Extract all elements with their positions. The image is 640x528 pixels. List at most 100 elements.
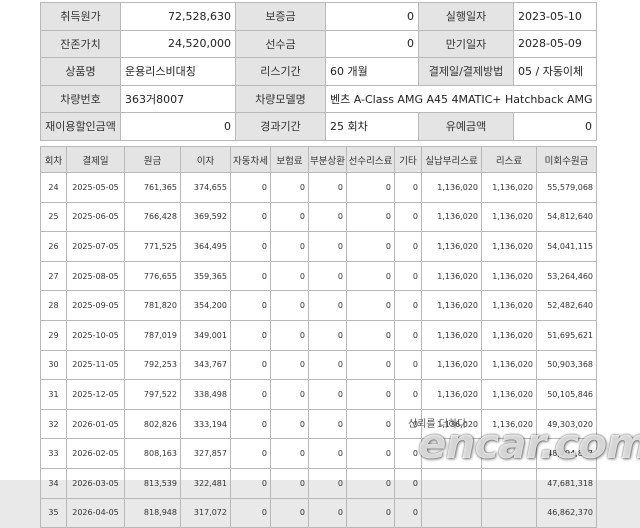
schedule-cell: 333,194 (180, 408, 231, 440)
summary-label: 선수금 (235, 29, 326, 58)
schedule-cell: 0 (270, 201, 309, 233)
schedule-cell: 2026-04-05 (66, 497, 125, 528)
schedule-cell: 0 (346, 201, 395, 233)
schedule-cell: 343,767 (180, 349, 231, 381)
schedule-cell: 2025-09-05 (66, 290, 125, 321)
schedule-cell: 776,655 (124, 260, 181, 292)
schedule-cell: 33 (40, 438, 67, 469)
schedule-cell: 0 (270, 497, 309, 528)
schedule-cell: 0 (230, 438, 271, 469)
schedule-cell: 2025-06-05 (66, 201, 125, 233)
schedule-row: 30 2025-11-05 792,253 343,767 0 0 0 0 0 1,136,020… (40, 349, 597, 381)
schedule-cell: 0 (308, 201, 347, 233)
schedule-cell: 1,136,020 (481, 260, 537, 292)
schedule-cell: 0 (230, 379, 271, 410)
schedule-cell: 364,495 (180, 231, 231, 262)
schedule-cell: 53,264,460 (536, 260, 597, 292)
schedule-header-cell: 보험료 (270, 146, 309, 173)
schedule-cell: 35 (40, 497, 67, 528)
schedule-header-cell: 리스료 (481, 146, 537, 173)
schedule-cell: 0 (230, 290, 271, 321)
schedule-cell: 0 (394, 497, 422, 528)
schedule-cell: 818,948 (124, 497, 181, 528)
summary-label: 유예금액 (418, 112, 514, 141)
schedule-cell: 46,862,370 (536, 497, 597, 528)
schedule-cell: 787,019 (124, 319, 181, 351)
schedule-header-row: 회차 결제일 원금 이자 자동차세 보험료 부분상환 선수리스료 기타 실납부리스료 리스료 미회수원… (40, 146, 597, 173)
schedule-cell: 0 (270, 319, 309, 351)
summary-value: 0 (325, 29, 419, 58)
schedule-row: 35 2026-04-05 818,948 317,072 0 0 0 0 0 46,862,37… (40, 497, 597, 528)
schedule-cell: 2025-11-05 (66, 349, 125, 381)
summary-value: 벤츠 A-Class AMG A45 4MATIC+ Hatchback AMG… (325, 84, 597, 113)
schedule-cell: 0 (230, 201, 271, 233)
schedule-cell: 52,482,640 (536, 290, 597, 321)
schedule-cell: 0 (394, 467, 422, 499)
schedule-cell: 0 (346, 467, 395, 499)
schedule-cell: 29 (40, 319, 67, 351)
schedule-cell: 0 (346, 408, 395, 440)
summary-label: 경과기간 (235, 112, 326, 141)
summary-value: 72,528,630 (120, 2, 236, 31)
schedule-cell (481, 497, 537, 528)
schedule-cell: 349,001 (180, 319, 231, 351)
schedule-cell: 1,136,020 (481, 172, 537, 203)
schedule-cell: 24 (40, 172, 67, 203)
summary-label: 차량번호 (40, 84, 121, 113)
schedule-cell: 2025-12-05 (66, 379, 125, 410)
schedule-cell: 1,136,020 (421, 349, 482, 381)
schedule-cell: 802,826 (124, 408, 181, 440)
summary-value: 05 / 자동이체 (513, 57, 597, 86)
schedule-cell: 1,136,020 (421, 172, 482, 203)
schedule-cell: 0 (394, 260, 422, 292)
schedule-row: 27 2025-08-05 776,655 359,365 0 0 0 0 0 1,136,020… (40, 260, 597, 292)
schedule-cell: 0 (270, 408, 309, 440)
schedule-cell: 2025-08-05 (66, 260, 125, 292)
summary-label: 취득원가 (40, 2, 121, 31)
schedule-cell: 771,525 (124, 231, 181, 262)
schedule-cell: 55,579,068 (536, 172, 597, 203)
schedule-cell: 0 (230, 497, 271, 528)
schedule-cell: 0 (308, 231, 347, 262)
schedule-cell: 54,041,115 (536, 231, 597, 262)
schedule-header-cell: 결제일 (66, 146, 125, 173)
summary-value: 0 (120, 112, 236, 141)
summary-value: 0 (513, 112, 597, 141)
schedule-cell: 54,812,640 (536, 201, 597, 233)
schedule-cell: 2026-03-05 (66, 467, 125, 499)
schedule-header-cell: 자동차세 (230, 146, 271, 173)
schedule-header-cell: 원금 (124, 146, 181, 173)
schedule-cell: 1,136,020 (481, 231, 537, 262)
schedule-cell: 0 (308, 349, 347, 381)
summary-value: 0 (325, 2, 419, 31)
schedule-cell: 0 (346, 319, 395, 351)
schedule-cell: 1,136,020 (421, 201, 482, 233)
schedule-cell: 0 (346, 290, 395, 321)
schedule-row: 28 2025-09-05 781,820 354,200 0 0 0 0 0 1,136,020… (40, 290, 597, 321)
schedule-cell: 0 (308, 379, 347, 410)
schedule-cell: 0 (394, 231, 422, 262)
summary-row: 재이용할인금액 0 경과기간 25 회차 유예금액 0 (40, 112, 597, 141)
schedule-cell: 50,105,846 (536, 379, 597, 410)
schedule-cell: 1,136,020 (481, 201, 537, 233)
schedule-cell: 0 (308, 172, 347, 203)
summary-label: 재이용할인금액 (40, 112, 121, 141)
schedule-cell: 0 (270, 260, 309, 292)
schedule-cell: 0 (270, 349, 309, 381)
schedule-cell: 797,522 (124, 379, 181, 410)
schedule-header-cell: 미회수원금 (536, 146, 597, 173)
schedule-cell: 2025-05-05 (66, 172, 125, 203)
schedule-header-cell: 기타 (394, 146, 422, 173)
schedule-cell: 1,136,020 (421, 319, 482, 351)
schedule-header-cell: 선수리스료 (346, 146, 395, 173)
schedule-cell: 0 (394, 172, 422, 203)
schedule-cell: 51,695,621 (536, 319, 597, 351)
schedule-row: 26 2025-07-05 771,525 364,495 0 0 0 0 0 1,136,020… (40, 231, 597, 262)
schedule-cell: 0 (308, 438, 347, 469)
summary-label: 리스기간 (235, 57, 326, 86)
schedule-cell: 1,136,020 (421, 260, 482, 292)
summary-label: 만기일자 (418, 29, 514, 58)
schedule-cell: 0 (346, 231, 395, 262)
summary-row: 잔존가치 24,520,000 선수금 0 만기일자 2028-05-09 (40, 29, 597, 58)
schedule-cell: 2025-07-05 (66, 231, 125, 262)
